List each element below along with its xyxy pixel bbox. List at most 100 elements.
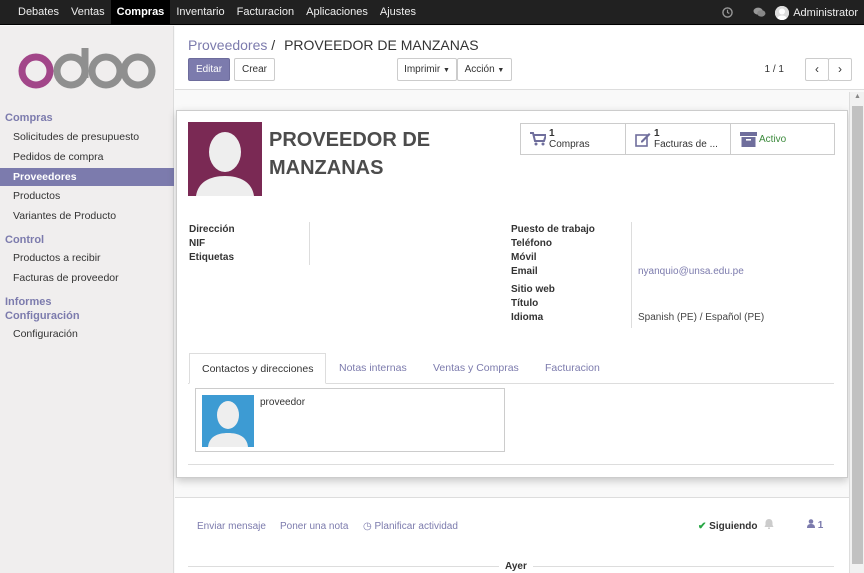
user-avatar[interactable]: [775, 5, 790, 20]
partner-avatar[interactable]: [188, 122, 262, 196]
partner-name: PROVEEDOR DE MANZANAS: [269, 126, 499, 182]
user-name[interactable]: Administrator: [793, 7, 858, 19]
day-separator: Ayer: [499, 561, 533, 572]
invoices-label: Facturas de ...: [654, 139, 718, 150]
caret-down-icon: ▼: [497, 67, 505, 74]
messages-icon[interactable]: [751, 5, 767, 21]
menu-ajustes[interactable]: Ajustes: [374, 0, 422, 25]
schedule-activity-button[interactable]: ◷ Planificar actividad: [363, 521, 458, 532]
pager-value[interactable]: 1 / 1: [765, 64, 784, 75]
nif-label: NIF: [189, 238, 206, 249]
tab-internal-notes[interactable]: Notas internas: [327, 353, 419, 384]
app-menu: Debates Ventas Compras Inventario Factur…: [12, 0, 422, 25]
partner-name-line1: PROVEEDOR DE: [269, 129, 431, 151]
sidebar-section-control: Control: [5, 234, 45, 246]
email-label: Email: [511, 266, 538, 277]
action-dropdown[interactable]: Acción ▼: [457, 58, 512, 81]
scroll-thumb[interactable]: [852, 106, 863, 564]
breadcrumb-separator: /: [271, 37, 276, 53]
clock-icon: ◷: [363, 521, 372, 532]
activity-clock-icon[interactable]: [719, 5, 735, 21]
website-label: Sitio web: [511, 284, 555, 295]
purchases-smart-button[interactable]: 1 Compras: [520, 123, 626, 155]
email-value[interactable]: nyanquio@unsa.edu.pe: [638, 266, 744, 277]
schedule-activity-label: Planificar actividad: [374, 521, 458, 532]
job-position-label: Puesto de trabajo: [511, 224, 595, 235]
menu-facturacion[interactable]: Facturacion: [231, 0, 300, 25]
left-field-separator: [309, 222, 310, 265]
phone-label: Teléfono: [511, 238, 552, 249]
user-icon: [807, 519, 818, 531]
active-label: Activo: [759, 133, 787, 145]
menu-aplicaciones[interactable]: Aplicaciones: [300, 0, 374, 25]
top-navbar: Debates Ventas Compras Inventario Factur…: [0, 0, 864, 25]
log-note-button[interactable]: Poner una nota: [280, 521, 348, 532]
check-icon: ✔: [698, 521, 707, 532]
following-button[interactable]: ✔ Siguiendo: [698, 519, 774, 532]
archive-icon: [737, 131, 759, 147]
tab-sales-purchases[interactable]: Ventas y Compras: [421, 353, 531, 384]
menu-ventas[interactable]: Ventas: [65, 0, 111, 25]
tab-invoicing[interactable]: Facturacion: [533, 353, 612, 384]
edit-button[interactable]: Editar: [188, 58, 230, 81]
followers-button[interactable]: 1: [807, 519, 823, 531]
invoices-smart-text: 1 Facturas de ...: [654, 128, 718, 150]
odoo-logo[interactable]: [18, 48, 158, 94]
breadcrumb: Proveedores / PROVEEDOR DE MANZANAS: [188, 37, 479, 53]
breadcrumb-parent[interactable]: Proveedores: [188, 37, 267, 53]
create-button[interactable]: Crear: [234, 58, 275, 81]
partner-name-line2: MANZANAS: [269, 157, 384, 179]
chevron-left-icon: ‹: [815, 62, 819, 76]
address-label: Dirección: [189, 224, 235, 235]
purchases-count: 1: [549, 128, 555, 139]
active-toggle-button[interactable]: Activo: [730, 123, 835, 155]
print-label: Imprimir: [404, 64, 441, 75]
control-panel: Proveedores / PROVEEDOR DE MANZANAS Edit…: [175, 26, 864, 90]
tab-contacts[interactable]: Contactos y direcciones: [189, 353, 327, 384]
sidebar-section-informes[interactable]: Informes: [5, 296, 51, 308]
notebook-tabs: Contactos y direcciones Notas internas V…: [188, 353, 834, 384]
scroll-up-arrow[interactable]: ▲: [850, 93, 864, 105]
sidebar-section-compras: Compras: [5, 112, 53, 124]
menu-debates[interactable]: Debates: [12, 0, 65, 25]
following-label: Siguiendo: [709, 521, 758, 532]
menu-inventario[interactable]: Inventario: [170, 0, 230, 25]
menu-compras[interactable]: Compras: [110, 0, 171, 25]
purchases-label: Compras: [549, 139, 590, 150]
systray: Administrator: [711, 0, 858, 25]
print-dropdown[interactable]: Imprimir ▼: [397, 58, 457, 81]
sidebar-item-pedidos[interactable]: Pedidos de compra: [0, 148, 174, 166]
sidebar-item-productos-recibir[interactable]: Productos a recibir: [0, 249, 174, 267]
title-label: Título: [511, 298, 539, 309]
chevron-right-icon: ›: [838, 62, 842, 76]
action-label: Acción: [464, 64, 495, 75]
sidebar-item-configuracion[interactable]: Configuración: [0, 325, 174, 343]
chatter: Enviar mensaje Poner una nota ◷ Planific…: [175, 497, 849, 573]
bell-icon[interactable]: [764, 519, 774, 532]
contact-card[interactable]: proveedor: [195, 388, 505, 452]
breadcrumb-current: PROVEEDOR DE MANZANAS: [284, 37, 479, 53]
contact-name: proveedor: [260, 397, 306, 408]
mobile-label: Móvil: [511, 252, 537, 263]
caret-down-icon: ▼: [442, 67, 450, 74]
sheet-divider: [188, 464, 834, 465]
pager-prev-button[interactable]: ‹: [805, 58, 829, 81]
sidebar-item-productos[interactable]: Productos: [0, 187, 174, 205]
language-label: Idioma: [511, 312, 544, 323]
send-message-button[interactable]: Enviar mensaje: [197, 521, 266, 532]
cart-icon: [527, 132, 549, 146]
edit-icon: [632, 132, 654, 147]
sidebar-item-variantes[interactable]: Variantes de Producto: [0, 207, 174, 225]
sidebar: Compras Solicitudes de presupuesto Pedid…: [0, 26, 174, 573]
sidebar-section-configuracion: Configuración: [5, 310, 80, 322]
sidebar-item-proveedores[interactable]: Proveedores: [0, 168, 174, 186]
tags-label: Etiquetas: [189, 252, 235, 263]
followers-count: 1: [817, 520, 824, 531]
invoices-count: 1: [654, 128, 660, 139]
sidebar-item-facturas-proveedor[interactable]: Facturas de proveedor: [0, 269, 174, 287]
sidebar-item-solicitudes[interactable]: Solicitudes de presupuesto: [0, 128, 174, 146]
pager-next-button[interactable]: ›: [828, 58, 852, 81]
right-field-separator: [631, 222, 632, 328]
scrollbar[interactable]: ▲: [849, 92, 864, 573]
invoices-smart-button[interactable]: 1 Facturas de ...: [625, 123, 731, 155]
